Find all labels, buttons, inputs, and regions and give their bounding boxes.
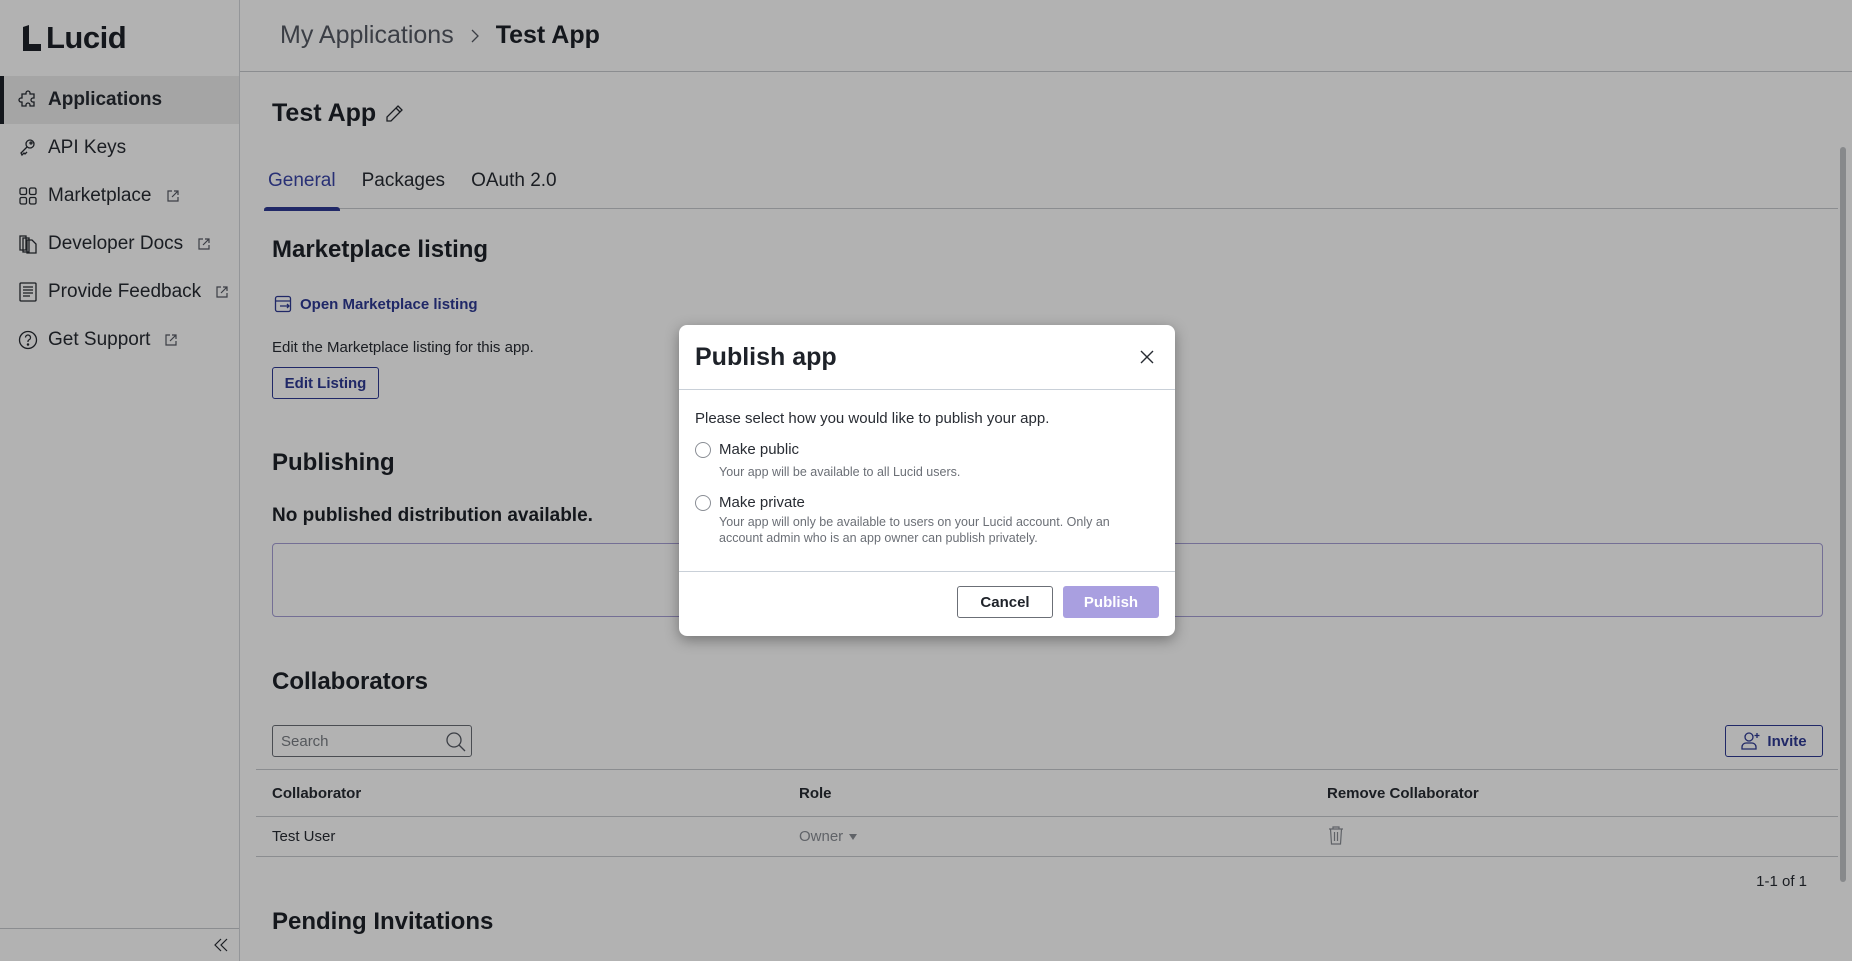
dialog-prompt: Please select how you would like to publ… [695,410,1050,427]
publish-app-dialog: Publish app Please select how you would … [679,325,1175,636]
option-make-private[interactable]: Make private Your app will only be avail… [695,494,1159,546]
option-description: Your app will be available to all Lucid … [719,465,961,479]
radio-make-private[interactable] [695,495,711,511]
dialog-header: Publish app [679,325,1175,390]
app-root: Lucid Applications API Keys Marketplace [0,0,1852,961]
publish-button[interactable]: Publish [1063,586,1159,618]
option-label: Make public [719,441,800,458]
option-label: Make private [719,494,805,511]
option-make-public[interactable]: Make public Your app will be available t… [695,441,1159,480]
cancel-button[interactable]: Cancel [957,586,1053,618]
option-description: Your app will only be available to users… [719,515,1110,545]
dialog-body: Please select how you would like to publ… [679,390,1175,572]
dialog-footer: Cancel Publish [679,572,1175,635]
close-icon[interactable] [1137,347,1157,367]
dialog-title: Publish app [695,342,837,371]
radio-make-public[interactable] [695,442,711,458]
